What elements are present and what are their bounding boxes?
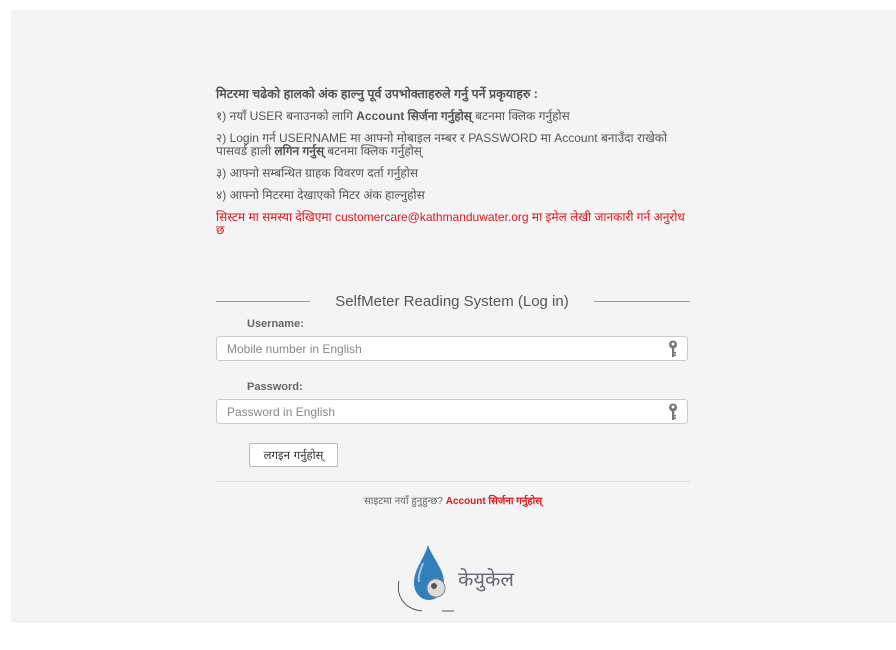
- logo-text: केयुकेल: [458, 567, 514, 591]
- instruction-step-2: २) Login गर्न USERNAME मा आफ्नो मोबाइल न…: [216, 131, 668, 158]
- username-input[interactable]: [217, 337, 657, 360]
- instruction-step-1: १) नयाँ USER बनाउनको लागि Account सिर्जन…: [216, 109, 570, 123]
- form-divider: [216, 481, 690, 482]
- password-label: Password:: [247, 381, 303, 393]
- key-icon: [669, 340, 677, 357]
- username-label: Username:: [247, 318, 304, 330]
- create-account-link[interactable]: Account सिर्जना गर्नुहोस्: [446, 496, 542, 507]
- login-button[interactable]: लगइन गर्नुहोस्: [249, 443, 338, 467]
- key-icon: [669, 403, 677, 420]
- instruction-step-4: ४) आफ्नो मिटरमा देखाएको मिटर अंक हाल्नुह…: [216, 188, 425, 202]
- instructions-block: मिटरमा चढेको हालको अंक हाल्नु पूर्व उपभो…: [216, 88, 696, 246]
- instruction-step-3: ३) आफ्नो सम्बन्धित ग्राहक विवरण दर्ता गर…: [216, 166, 418, 180]
- support-alert: सिस्टम मा समस्या देखिएमा customercare@ka…: [216, 210, 685, 237]
- login-title-row: SelfMeter Reading System (Log in): [216, 291, 690, 311]
- username-field[interactable]: [216, 336, 688, 361]
- instructions-heading: मिटरमा चढेको हालको अंक हाल्नु पूर्व उपभो…: [216, 87, 538, 101]
- title-divider-left: [216, 300, 310, 302]
- password-field[interactable]: [216, 399, 688, 424]
- signup-prompt: साइटमा नयाँ हुनुहुन्छ? Account सिर्जना ग…: [363, 496, 543, 507]
- login-title: SelfMeter Reading System (Log in): [335, 292, 569, 310]
- title-divider-right: [594, 300, 690, 302]
- password-input[interactable]: [217, 400, 657, 423]
